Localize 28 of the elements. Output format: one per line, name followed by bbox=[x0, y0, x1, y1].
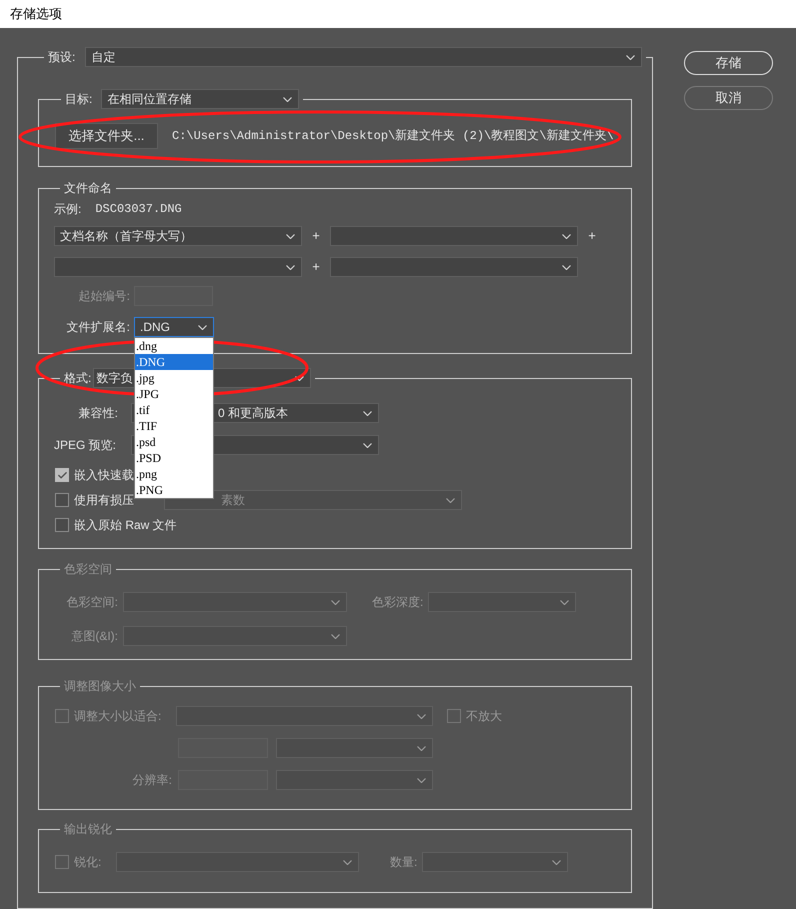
field-label: 色彩深度: bbox=[372, 595, 424, 609]
field-label: 目标: bbox=[65, 91, 92, 108]
field-label: 起始编号: bbox=[78, 288, 130, 305]
plus-sign: + bbox=[588, 227, 596, 246]
field-label: 数量: bbox=[390, 855, 418, 869]
checkbox-label: 嵌入原始 Raw 文件 bbox=[74, 517, 177, 534]
field-label: 预设: bbox=[48, 49, 76, 66]
plus-sign: + bbox=[312, 258, 320, 276]
group-title: 输出锐化 bbox=[64, 821, 112, 838]
field-label: 意图(&I): bbox=[70, 628, 118, 645]
group-title: 调整图像大小 bbox=[64, 678, 136, 695]
field-label: 色彩空间: bbox=[66, 594, 118, 611]
checkbox-label: 嵌入快速载 bbox=[74, 467, 134, 484]
checkbox-label: 锐化: bbox=[74, 854, 102, 871]
checkbox-label: 使用有损压 bbox=[74, 492, 134, 509]
window-title: 存储选项 bbox=[10, 5, 62, 24]
example-filename: DSC03037.DNG bbox=[95, 201, 182, 218]
field-label: JPEG 预览: bbox=[54, 437, 118, 454]
group-title: 文件命名 bbox=[64, 180, 112, 197]
field-label: 分辨率: bbox=[132, 772, 172, 789]
field-label: 格式: bbox=[64, 370, 92, 387]
group-title: 色彩空间 bbox=[64, 561, 112, 578]
plus-sign: + bbox=[312, 227, 320, 246]
checkbox-label: 不放大 bbox=[466, 708, 502, 725]
field-label: 文件扩展名: bbox=[66, 319, 130, 336]
checkbox-label: 调整大小以适合: bbox=[74, 708, 162, 725]
field-label: 兼容性: bbox=[78, 405, 118, 422]
field-label: 示例: bbox=[54, 201, 82, 218]
